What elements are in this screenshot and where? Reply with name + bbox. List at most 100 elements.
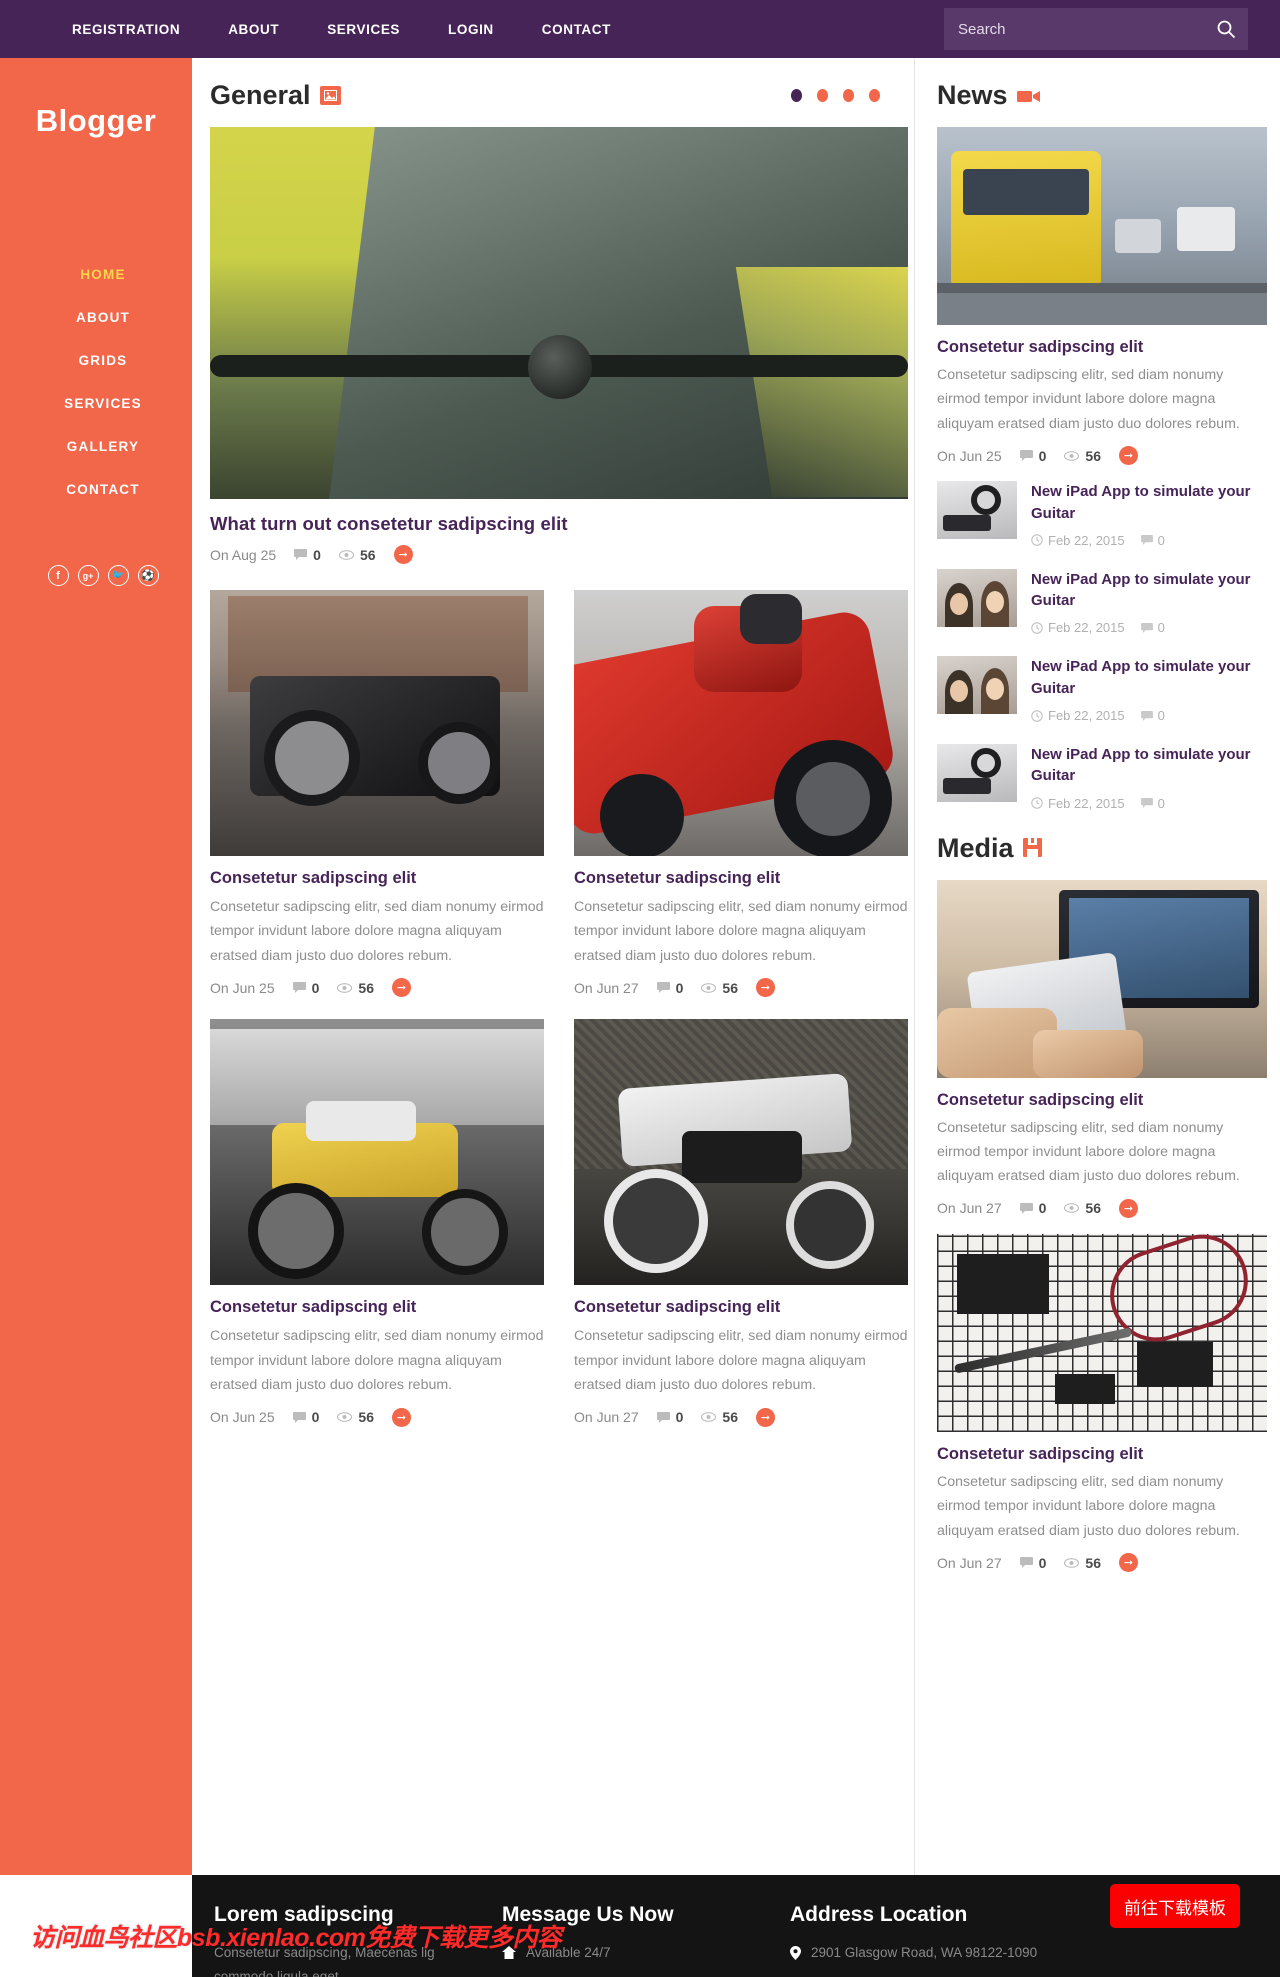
facebook-icon[interactable]: f (47, 565, 69, 586)
dribbble-icon[interactable]: ⚽ (137, 565, 159, 586)
sidebar-item-about[interactable]: ABOUT (0, 296, 192, 339)
list-item[interactable]: New iPad App to simulate your Guitar Feb… (937, 744, 1254, 811)
post-excerpt: Consetetur sadipscing elitr, sed diam no… (210, 1328, 544, 1394)
post-read-more-button[interactable]: ➞ (391, 1407, 411, 1427)
post-title[interactable]: Consetetur sadipscing elit (210, 1298, 544, 1317)
post-date: On Jun 25 (210, 979, 275, 996)
post-views: 56 (337, 980, 374, 996)
post-image[interactable] (210, 1019, 544, 1286)
topnav-item-services[interactable]: SERVICES (303, 22, 424, 37)
comment-icon (1140, 710, 1153, 721)
media-item-read-more-button[interactable]: ➞ (1118, 1198, 1138, 1218)
post-comments: 0 (656, 980, 683, 996)
news-item-title[interactable]: New iPad App to simulate your Guitar (1031, 569, 1254, 612)
comment-icon (294, 549, 308, 560)
media-item-title[interactable]: Consetetur sadipscing elit (937, 1445, 1254, 1464)
post-excerpt: Consetetur sadipscing elitr, sed diam no… (574, 899, 908, 964)
news-item-title[interactable]: New iPad App to simulate your Guitar (1031, 481, 1254, 524)
post-grid: Consetetur sadipscing elit Consetetur sa… (210, 590, 908, 1427)
news-item-meta: Feb 22, 2015 0 (1031, 796, 1254, 811)
news-item-thumbnail[interactable] (937, 744, 1017, 803)
post-read-more-button[interactable]: ➞ (755, 1407, 775, 1427)
media-item-comments: 0 (1019, 1555, 1046, 1571)
featured-post-title[interactable]: What turn out consetetur sadipscing elit (210, 513, 888, 535)
media-item-meta: On Jun 27 0 56 ➞ (937, 1553, 1254, 1573)
search-button[interactable] (1204, 8, 1248, 50)
post-excerpt: Consetetur sadipscing elitr, sed diam no… (210, 899, 544, 964)
sidebar-item-contact[interactable]: CONTACT (0, 468, 192, 511)
sidebar-item-grids[interactable]: GRIDS (0, 339, 192, 382)
topnav-item-registration[interactable]: REGISTRATION (48, 22, 204, 37)
list-item[interactable]: New iPad App to simulate your Guitar Feb… (937, 481, 1254, 548)
news-item-title[interactable]: New iPad App to simulate your Guitar (1031, 656, 1254, 699)
post-title[interactable]: Consetetur sadipscing elit (210, 869, 544, 888)
footer-about-text: Consetetur sadipscing, Maecenas lig comm… (214, 1945, 435, 1977)
download-template-button[interactable]: 前往下载模板 (1110, 1884, 1240, 1928)
post-title[interactable]: Consetetur sadipscing elit (574, 869, 908, 888)
news-item-comments: 0 (1140, 620, 1165, 635)
media-item-image[interactable] (937, 1233, 1267, 1432)
news-feature-image[interactable] (937, 127, 1267, 325)
featured-post-comments: 0 (294, 547, 321, 563)
carousel-dot-3[interactable] (843, 89, 854, 102)
sidebar-item-services[interactable]: SERVICES (0, 382, 192, 425)
post-meta: On Jun 25 0 56 ➞ (210, 978, 544, 998)
news-item-comments: 0 (1140, 796, 1165, 811)
sidebar-item-home[interactable]: HOME (0, 253, 192, 296)
topnav-item-contact[interactable]: CONTACT (518, 22, 635, 37)
floppy-disk-icon (1022, 833, 1042, 864)
post-image[interactable] (574, 590, 908, 856)
post-read-more-button[interactable]: ➞ (755, 978, 775, 998)
news-item-thumbnail[interactable] (937, 568, 1017, 627)
topnav-item-login[interactable]: LOGIN (424, 22, 518, 37)
stem-hub-shape (528, 335, 592, 399)
social-links: f g+ 🐦 ⚽ (0, 565, 192, 586)
carousel-dot-2[interactable] (817, 89, 828, 102)
post-comments: 0 (656, 1409, 683, 1425)
list-item[interactable]: New iPad App to simulate your Guitar Feb… (937, 568, 1254, 635)
list-item[interactable]: New iPad App to simulate your Guitar Feb… (937, 656, 1254, 723)
search-icon (1217, 20, 1236, 39)
comment-icon (1019, 450, 1033, 462)
carousel-dots (791, 89, 888, 102)
search-input[interactable] (944, 20, 1204, 38)
news-item-thumbnail[interactable] (937, 481, 1017, 540)
news-item-date: Feb 22, 2015 (1031, 708, 1125, 723)
twitter-icon[interactable]: 🐦 (107, 565, 129, 586)
post-excerpt: Consetetur sadipscing elitr, sed diam no… (574, 1328, 908, 1394)
google-plus-icon[interactable]: g+ (77, 565, 99, 586)
news-item-title[interactable]: New iPad App to simulate your Guitar (1031, 744, 1254, 787)
news-feature-title[interactable]: Consetetur sadipscing elit (937, 338, 1254, 357)
news-feature-read-more-button[interactable]: ➞ (1118, 446, 1138, 466)
media-item-comments: 0 (1019, 1200, 1046, 1216)
media-item-date: On Jun 27 (937, 1200, 1002, 1217)
carousel-dot-1[interactable] (791, 89, 802, 102)
post-card: Consetetur sadipscing elit Consetetur sa… (574, 1019, 908, 1427)
featured-read-more-button[interactable]: ➞ (393, 545, 413, 564)
news-item-body: New iPad App to simulate your Guitar Feb… (1031, 744, 1254, 811)
comment-icon (1019, 1202, 1033, 1214)
news-item-meta: Feb 22, 2015 0 (1031, 533, 1254, 548)
news-list: New iPad App to simulate your Guitar Feb… (937, 481, 1254, 811)
post-read-more-button[interactable]: ➞ (391, 978, 411, 998)
news-feature-views: 56 (1064, 448, 1101, 464)
clock-icon (1031, 797, 1043, 809)
eye-icon (337, 982, 353, 993)
media-item-read-more-button[interactable]: ➞ (1118, 1553, 1138, 1573)
post-date: On Jun 27 (574, 1409, 639, 1426)
post-image[interactable] (574, 1019, 908, 1286)
post-image[interactable] (210, 590, 544, 856)
post-comments: 0 (292, 980, 319, 996)
topnav-item-about[interactable]: ABOUT (204, 22, 303, 37)
post-title[interactable]: Consetetur sadipscing elit (574, 1298, 908, 1317)
news-section-header: News (937, 80, 1254, 111)
featured-post-image[interactable] (210, 127, 908, 499)
media-item-title[interactable]: Consetetur sadipscing elit (937, 1091, 1254, 1110)
eye-icon (701, 982, 717, 993)
media-item-image[interactable] (937, 879, 1267, 1078)
sidebar-item-gallery[interactable]: GALLERY (0, 425, 192, 468)
media-title-text: Media (937, 832, 1014, 863)
news-item-thumbnail[interactable] (937, 656, 1017, 715)
carousel-dot-4[interactable] (869, 89, 880, 102)
brand-logo[interactable]: Blogger (0, 103, 192, 139)
